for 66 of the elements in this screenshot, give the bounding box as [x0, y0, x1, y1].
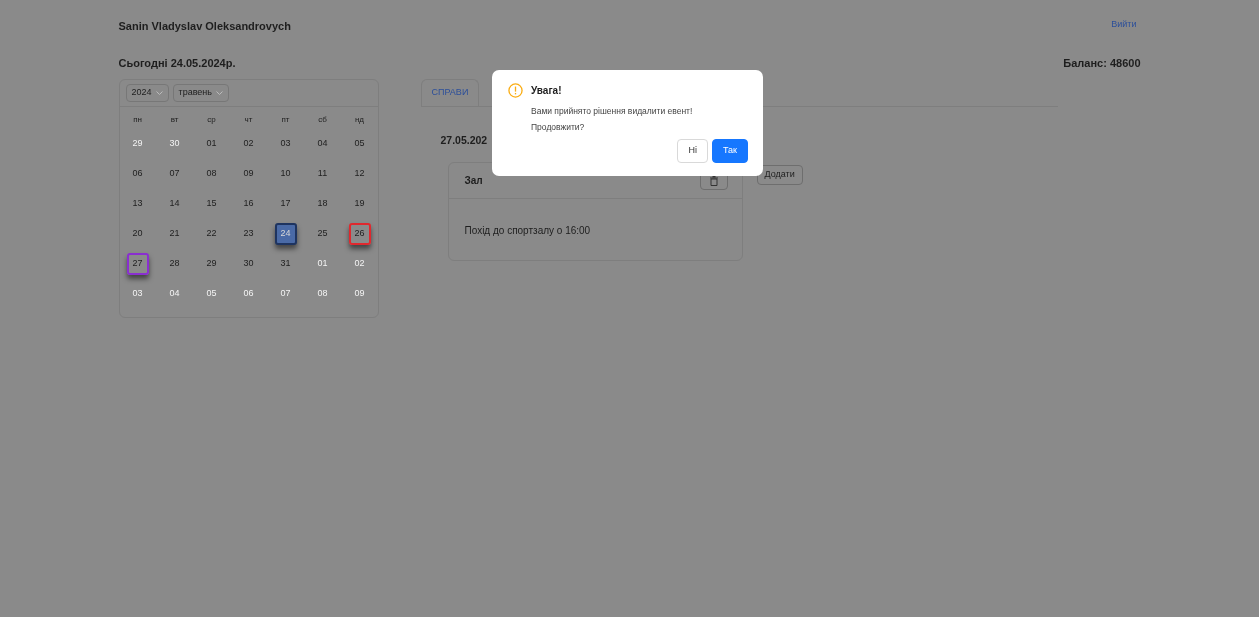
calendar-day[interactable]: 15	[200, 192, 223, 215]
calendar-day[interactable]: 18	[311, 192, 334, 215]
user-name: Sanin Vladyslav Oleksandrovych	[118, 19, 291, 34]
today-date: Сьогодні 24.05.2024р.	[118, 55, 236, 71]
calendar-day[interactable]: 03	[126, 282, 149, 305]
calendar-day[interactable]: 10	[274, 162, 297, 185]
weekday-label: вт	[169, 113, 180, 126]
calendar-day[interactable]: 19	[348, 192, 371, 215]
calendar-day[interactable]: 06	[237, 282, 260, 305]
calendar-day[interactable]: 23	[237, 222, 260, 245]
calendar-day[interactable]: 12	[348, 162, 371, 185]
calendar-day[interactable]: 08	[311, 282, 334, 305]
calendar-day[interactable]: 16	[237, 192, 260, 215]
weekday-label: сб	[317, 113, 328, 126]
weekday-label: ср	[206, 113, 217, 126]
weekday-label: чт	[243, 113, 254, 126]
calendar-day[interactable]: 01	[311, 252, 334, 275]
calendar-day[interactable]: 09	[348, 282, 371, 305]
dialog-message: Вами прийнято рішення видалити евент!	[531, 105, 693, 118]
warning-icon	[508, 83, 523, 98]
month-select[interactable]: травень	[172, 84, 229, 102]
calendar-day[interactable]: 29	[126, 132, 149, 155]
calendar-day[interactable]: 04	[163, 282, 186, 305]
calendar-day[interactable]: 13	[126, 192, 149, 215]
calendar-day[interactable]: 03	[274, 132, 297, 155]
add-button[interactable]: Додати	[756, 165, 803, 185]
calendar-day[interactable]: 02	[237, 132, 260, 155]
calendar-day[interactable]: 24	[274, 222, 297, 245]
year-select[interactable]: 2024	[125, 84, 169, 102]
calendar-day[interactable]: 02	[348, 252, 371, 275]
dialog-message: Продовжити?	[531, 121, 585, 134]
selected-date: 27.05.202	[440, 132, 489, 148]
cancel-button[interactable]: Ні	[677, 139, 708, 163]
calendar-day[interactable]: 27	[126, 252, 149, 275]
calendar-day[interactable]: 30	[163, 132, 186, 155]
calendar-day[interactable]: 05	[348, 132, 371, 155]
calendar-day[interactable]: 07	[163, 162, 186, 185]
chevron-icon	[216, 90, 223, 95]
weekday-label: нд	[353, 113, 366, 126]
weekday-label: пт	[280, 113, 291, 126]
confirm-button[interactable]: Так	[711, 139, 748, 163]
calendar-day[interactable]: 26	[348, 222, 371, 245]
calendar-day[interactable]: 09	[237, 162, 260, 185]
calendar-day[interactable]: 25	[311, 222, 334, 245]
calendar-day[interactable]: 11	[311, 162, 334, 185]
calendar-day[interactable]: 06	[126, 162, 149, 185]
calendar-day[interactable]: 07	[274, 282, 297, 305]
calendar-day[interactable]: 28	[163, 252, 186, 275]
calendar-day[interactable]: 01	[200, 132, 223, 155]
weekday-label: пн	[132, 113, 143, 126]
calendar-day[interactable]: 08	[200, 162, 223, 185]
balance-text: Баланс: 48600	[1063, 55, 1141, 71]
calendar-day[interactable]: 21	[163, 222, 186, 245]
event-text: Похід до спортзалу о 16:00	[464, 225, 591, 237]
calendar-day[interactable]: 05	[200, 282, 223, 305]
calendar-day[interactable]: 04	[311, 132, 334, 155]
dialog-title: Увага!	[531, 84, 563, 98]
calendar-day[interactable]: 30	[237, 252, 260, 275]
calendar-day[interactable]: 22	[200, 222, 223, 245]
chevron-icon	[155, 90, 163, 95]
calendar-day[interactable]: 14	[163, 192, 186, 215]
calendar-day[interactable]: 29	[200, 252, 223, 275]
calendar-day[interactable]: 17	[274, 192, 297, 215]
calendar-day[interactable]: 31	[274, 252, 297, 275]
calendar-day[interactable]: 20	[126, 222, 149, 245]
event-title: Зал	[464, 174, 483, 189]
